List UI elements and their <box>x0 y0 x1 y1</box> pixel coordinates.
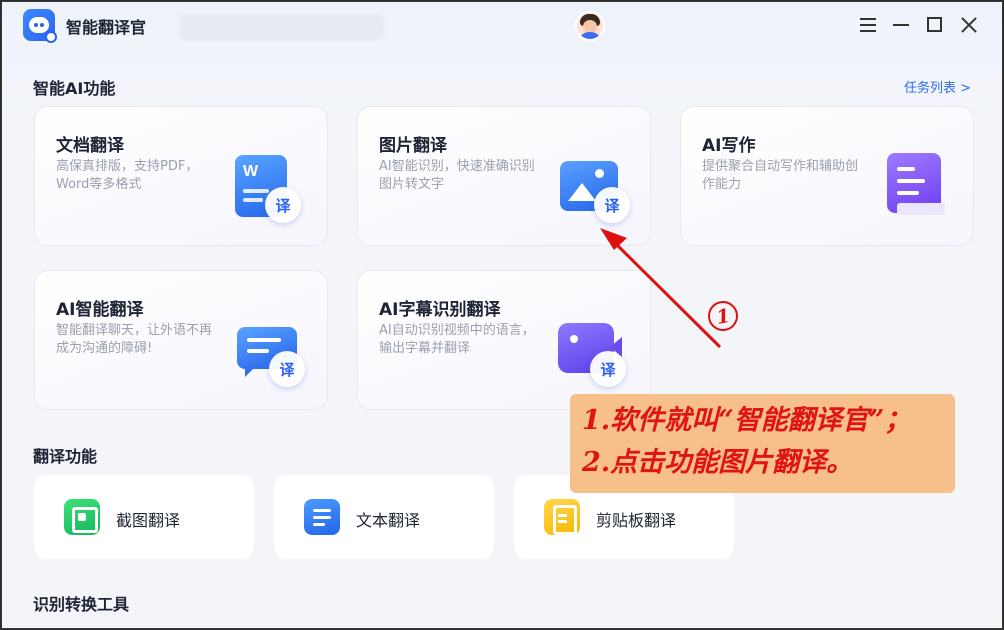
user-avatar[interactable] <box>575 11 605 41</box>
convert-section-title: 识别转换工具 <box>33 595 130 614</box>
card-title: 文档翻译 <box>56 136 124 156</box>
card-desc: 智能翻译聊天，让外语不再成为沟通的障碍! <box>56 323 213 356</box>
clipboard-icon <box>544 499 580 535</box>
card-document-translate[interactable]: 文档翻译 高保真排版，支持PDF，Word等多格式 W 译 <box>34 106 328 246</box>
translate-badge: 译 <box>594 187 630 223</box>
card-desc: AI智能识别，快速准确识别图片转文字 <box>379 159 535 192</box>
function-label: 剪贴板翻译 <box>596 511 677 530</box>
annotation-callout: 1.软件就叫“智能翻译官”； 2.点击功能图片翻译。 <box>570 394 955 493</box>
translate-badge: 译 <box>590 351 626 387</box>
card-title: 图片翻译 <box>379 136 447 156</box>
function-label: 文本翻译 <box>356 511 421 530</box>
chat-icon: 译 <box>235 315 305 389</box>
task-list-link[interactable]: 任务列表 > <box>904 77 971 96</box>
function-label: 截图翻译 <box>116 511 181 530</box>
annotation-marker: 1 <box>705 298 741 334</box>
app-title: 智能翻译官 <box>66 18 147 37</box>
app-logo-icon <box>23 9 57 43</box>
maximize-icon[interactable] <box>924 14 946 36</box>
translate-badge: 译 <box>269 351 305 387</box>
annotation-line-2: 2.点击功能图片翻译。 <box>582 447 854 478</box>
writing-icon <box>881 151 951 225</box>
menu-icon[interactable] <box>857 14 879 36</box>
minimize-icon[interactable] <box>890 14 912 36</box>
image-icon: 译 <box>558 151 630 225</box>
card-image-translate[interactable]: 图片翻译 AI智能识别，快速准确识别图片转文字 译 <box>357 106 651 246</box>
card-title: AI智能翻译 <box>56 300 144 320</box>
annotation-line-1: 1.软件就叫“智能翻译官”； <box>582 405 912 436</box>
card-desc: 高保真排版，支持PDF，Word等多格式 <box>56 159 199 192</box>
text-doc-icon <box>304 499 340 535</box>
translate-section-title: 翻译功能 <box>33 447 98 466</box>
video-icon: 译 <box>558 315 628 389</box>
screenshot-translate-button[interactable]: 截图翻译 <box>34 475 254 559</box>
card-ai-smart-translate[interactable]: AI智能翻译 智能翻译聊天，让外语不再成为沟通的障碍! 译 <box>34 270 328 410</box>
ai-section-title: 智能AI功能 <box>33 79 116 98</box>
card-ai-writing[interactable]: AI写作 提供聚合自动写作和辅助创作能力 <box>680 106 974 246</box>
text-translate-button[interactable]: 文本翻译 <box>274 475 494 559</box>
close-icon[interactable] <box>958 14 980 36</box>
card-ai-subtitle-translate[interactable]: AI字幕识别翻译 AI自动识别视频中的语言，输出字幕并翻译 译 <box>357 270 651 410</box>
translate-badge: 译 <box>265 187 301 223</box>
card-title: AI字幕识别翻译 <box>379 300 501 320</box>
word-doc-icon: W 译 <box>235 151 305 225</box>
app-window: 智能翻译官 智能AI功能 任务列表 > 文档翻译 高保真排版，支持PDF，Wor… <box>1 1 1003 629</box>
card-desc: AI自动识别视频中的语言，输出字幕并翻译 <box>379 323 535 356</box>
screenshot-icon <box>64 499 100 535</box>
card-title: AI写作 <box>702 136 756 156</box>
blurred-region <box>180 14 384 40</box>
title-bar: 智能翻译官 <box>2 2 1002 48</box>
card-desc: 提供聚合自动写作和辅助创作能力 <box>702 159 859 192</box>
